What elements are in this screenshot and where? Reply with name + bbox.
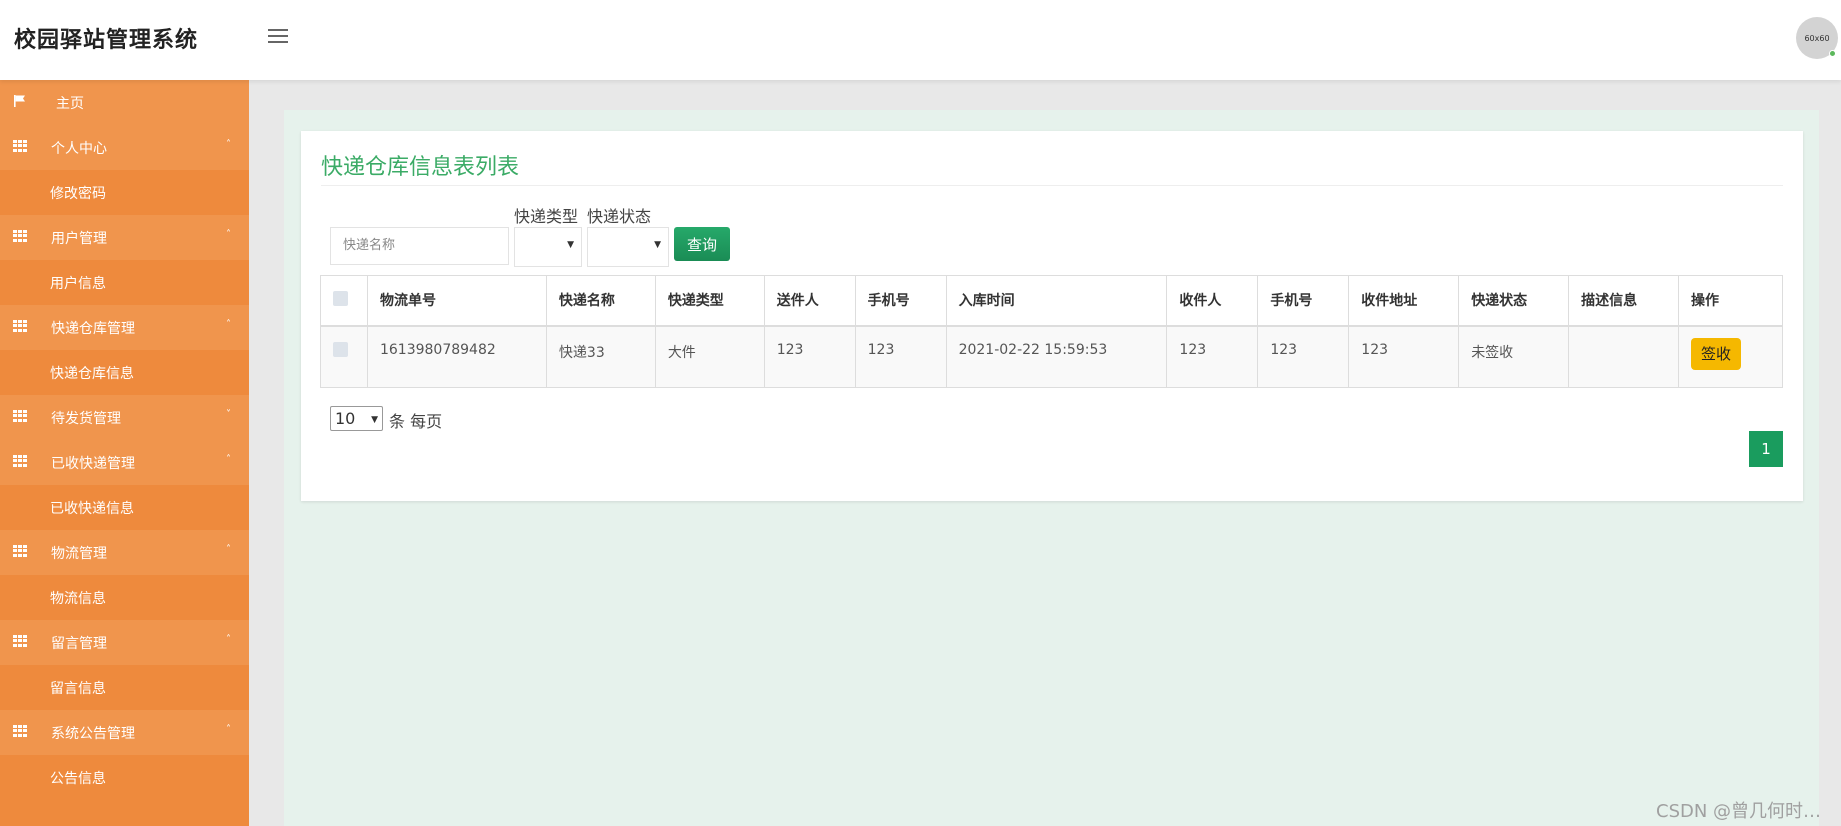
page-title: 快递仓库信息表列表 — [321, 155, 520, 180]
select-all-checkbox[interactable] — [320, 275, 368, 327]
table-cell — [1568, 325, 1679, 388]
column-header: 快递类型 — [654, 275, 765, 327]
sidebar-group-users[interactable]: 用户管理 ˄ — [0, 215, 249, 260]
app-title: 校园驿站管理系统 — [14, 28, 199, 53]
column-header: 送件人 — [763, 275, 856, 327]
content-panel: 快递仓库信息表列表 快递名称 快递类型 ▼ 快递状态 ▼ 查询 物流单号 快递名… — [301, 131, 1803, 501]
grid-icon — [13, 635, 27, 647]
chevron-up-icon: ˄ — [226, 229, 231, 240]
column-header: 收件人 — [1166, 275, 1259, 327]
sidebar-item-announcement-info[interactable]: 公告信息 — [0, 755, 249, 800]
status-filter-label: 快递状态 — [587, 207, 652, 226]
sidebar-item-label: 个人中心 — [51, 140, 107, 157]
table-cell: 未签收 — [1458, 325, 1570, 388]
dropdown-arrow-icon: ▼ — [567, 240, 574, 250]
sidebar-item-user-info[interactable]: 用户信息 — [0, 260, 249, 305]
sidebar-item-label: 快递仓库管理 — [51, 320, 135, 337]
sidebar-group-pending-shipment[interactable]: 待发货管理 ˅ — [0, 395, 249, 440]
sidebar-group-received[interactable]: 已收快递管理 ˄ — [0, 440, 249, 485]
table-cell: 123 — [763, 325, 856, 388]
checkbox-icon — [333, 341, 348, 357]
type-filter-select[interactable]: ▼ — [514, 227, 582, 267]
chevron-up-icon: ˄ — [226, 634, 231, 645]
sidebar-group-warehouse[interactable]: 快递仓库管理 ˄ — [0, 305, 249, 350]
table-cell: 123 — [1257, 325, 1350, 388]
grid-icon — [13, 230, 27, 242]
sidebar-item-label: 系统公告管理 — [51, 725, 135, 742]
dropdown-arrow-icon: ▼ — [371, 415, 378, 425]
column-header: 快递状态 — [1458, 275, 1570, 327]
search-input[interactable]: 快递名称 — [330, 227, 509, 265]
sign-button[interactable]: 签收 — [1690, 337, 1741, 370]
grid-icon — [13, 410, 27, 422]
sidebar-group-personal[interactable]: 个人中心 ˄ — [0, 125, 249, 170]
type-filter-label: 快递类型 — [514, 207, 579, 226]
sidebar-group-announcements[interactable]: 系统公告管理 ˄ — [0, 710, 249, 755]
sidebar-group-logistics[interactable]: 物流管理 ˄ — [0, 530, 249, 575]
column-header: 物流单号 — [366, 275, 547, 327]
chevron-up-icon: ˄ — [226, 139, 231, 150]
column-header: 手机号 — [854, 275, 947, 327]
table-cell: 2021-02-22 15:59:53 — [945, 325, 1168, 388]
sidebar: 主页 个人中心 ˄ 修改密码 用户管理 ˄ 用户信息 快递仓库管理 ˄ 快递仓库… — [0, 80, 249, 826]
sidebar-item-label: 主页 — [56, 95, 84, 112]
table-cell: 大件 — [654, 325, 765, 388]
grid-icon — [13, 725, 27, 737]
action-cell: 签收 — [1677, 325, 1784, 388]
dropdown-arrow-icon: ▼ — [654, 240, 661, 250]
grid-icon — [13, 455, 27, 467]
table-row: 1613980789482 快递33 大件 123 123 2021-02-22… — [320, 325, 1784, 388]
status-filter-select[interactable]: ▼ — [587, 227, 669, 267]
divider — [321, 185, 1783, 186]
top-header: 校园驿站管理系统 60x60 — [0, 0, 1841, 80]
sidebar-item-logistics-info[interactable]: 物流信息 — [0, 575, 249, 620]
grid-icon — [13, 140, 27, 152]
sidebar-item-label: 待发货管理 — [51, 410, 121, 427]
page-size-value: 10 — [335, 409, 356, 428]
column-header: 收件地址 — [1348, 275, 1460, 327]
column-header: 描述信息 — [1568, 275, 1679, 327]
page-size-label: 条 每页 — [389, 412, 443, 431]
table-header-row: 物流单号 快递名称 快递类型 送件人 手机号 入库时间 收件人 手机号 收件地址… — [320, 275, 1784, 327]
table-cell: 123 — [1348, 325, 1460, 388]
hamburger-menu-icon[interactable] — [268, 29, 288, 45]
sidebar-item-label: 物流管理 — [51, 545, 107, 562]
chevron-up-icon: ˄ — [226, 454, 231, 465]
chevron-up-icon: ˄ — [226, 724, 231, 735]
sidebar-item-change-password[interactable]: 修改密码 — [0, 170, 249, 215]
table-cell: 123 — [854, 325, 947, 388]
sidebar-item-label: 留言管理 — [51, 635, 107, 652]
sidebar-item-message-info[interactable]: 留言信息 — [0, 665, 249, 710]
column-header: 入库时间 — [945, 275, 1168, 327]
chevron-up-icon: ˄ — [226, 319, 231, 330]
sidebar-item-label: 已收快递管理 — [51, 455, 135, 472]
online-status-dot — [1829, 50, 1836, 57]
table-cell: 快递33 — [545, 325, 656, 388]
query-button[interactable]: 查询 — [674, 227, 730, 261]
data-table: 物流单号 快递名称 快递类型 送件人 手机号 入库时间 收件人 手机号 收件地址… — [320, 275, 1784, 388]
column-header: 操作 — [1677, 275, 1784, 327]
page-button-current[interactable]: 1 — [1749, 431, 1783, 467]
sidebar-item-label: 用户管理 — [51, 230, 107, 247]
page-size-select[interactable]: 10 ▼ — [330, 406, 383, 431]
sidebar-item-received-info[interactable]: 已收快递信息 — [0, 485, 249, 530]
grid-icon — [13, 545, 27, 557]
table-cell: 123 — [1166, 325, 1259, 388]
chevron-up-icon: ˄ — [226, 544, 231, 555]
checkbox-icon — [333, 290, 348, 306]
watermark: CSDN @曾几何时… — [1656, 801, 1822, 822]
chevron-down-icon: ˅ — [226, 409, 231, 420]
column-header: 手机号 — [1257, 275, 1350, 327]
sidebar-group-messages[interactable]: 留言管理 ˄ — [0, 620, 249, 665]
flag-icon — [14, 95, 25, 107]
sidebar-item-home[interactable]: 主页 — [0, 80, 249, 125]
column-header: 快递名称 — [545, 275, 656, 327]
table-cell: 1613980789482 — [366, 325, 547, 388]
grid-icon — [13, 320, 27, 332]
row-checkbox[interactable] — [320, 325, 368, 388]
sidebar-item-warehouse-info[interactable]: 快递仓库信息 — [0, 350, 249, 395]
